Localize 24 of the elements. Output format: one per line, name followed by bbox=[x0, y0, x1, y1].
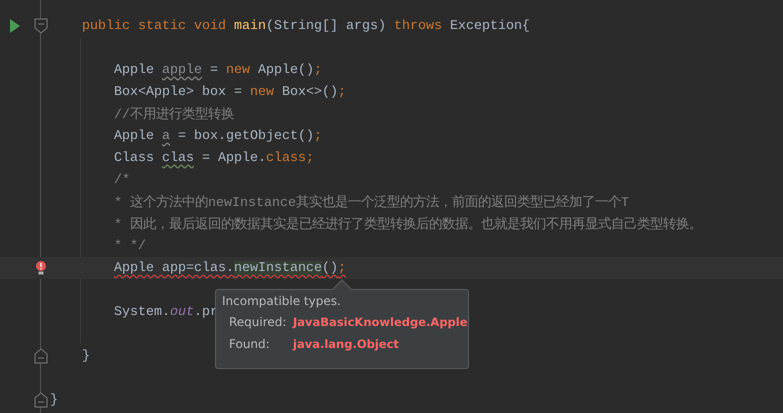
tooltip-label: Found: bbox=[229, 337, 271, 351]
code-line: Box<Apple> box = new Box<>(); bbox=[113, 84, 346, 100]
bulb-icon[interactable] bbox=[36, 261, 46, 275]
tooltip-label: Required: bbox=[229, 315, 288, 329]
code-line: } bbox=[81, 348, 90, 364]
code-line: /* bbox=[113, 172, 130, 188]
tooltip-value: JavaBasicKnowledge.Apple bbox=[293, 315, 468, 329]
code-line: Apple a = box.getObject(); bbox=[113, 128, 322, 144]
code-line: Class clas = Apple.class; bbox=[113, 150, 314, 166]
tooltip-title: Incompatible types. bbox=[222, 294, 342, 308]
fold-icon[interactable] bbox=[34, 348, 48, 364]
code-line: Apple app=clas.newInstance(); bbox=[113, 260, 346, 276]
run-icon[interactable] bbox=[10, 19, 20, 33]
code-line: * 这个方法中的newInstance其实也是一个泛型的方法，前面的返回类型已经加了一个T bbox=[113, 194, 629, 211]
fold-icon[interactable] bbox=[34, 18, 48, 34]
fold-icon[interactable] bbox=[34, 392, 48, 408]
tooltip-value: java.lang.Object bbox=[293, 337, 399, 351]
code-line: //不用进行类型转换 bbox=[113, 106, 234, 123]
code-line: * */ bbox=[113, 238, 146, 254]
code-line: * 因此，最后返回的数据其实是已经进行了类型转换后的数据。也就是我们不用再显式自己类型转换。 bbox=[113, 216, 702, 233]
code-line: Apple apple = new Apple(); bbox=[113, 62, 322, 78]
code-line: } bbox=[50, 392, 58, 408]
code-line: public static void main(String[] args) throws Exception{ bbox=[81, 18, 530, 34]
code-line: System.out.pr bbox=[113, 304, 218, 320]
